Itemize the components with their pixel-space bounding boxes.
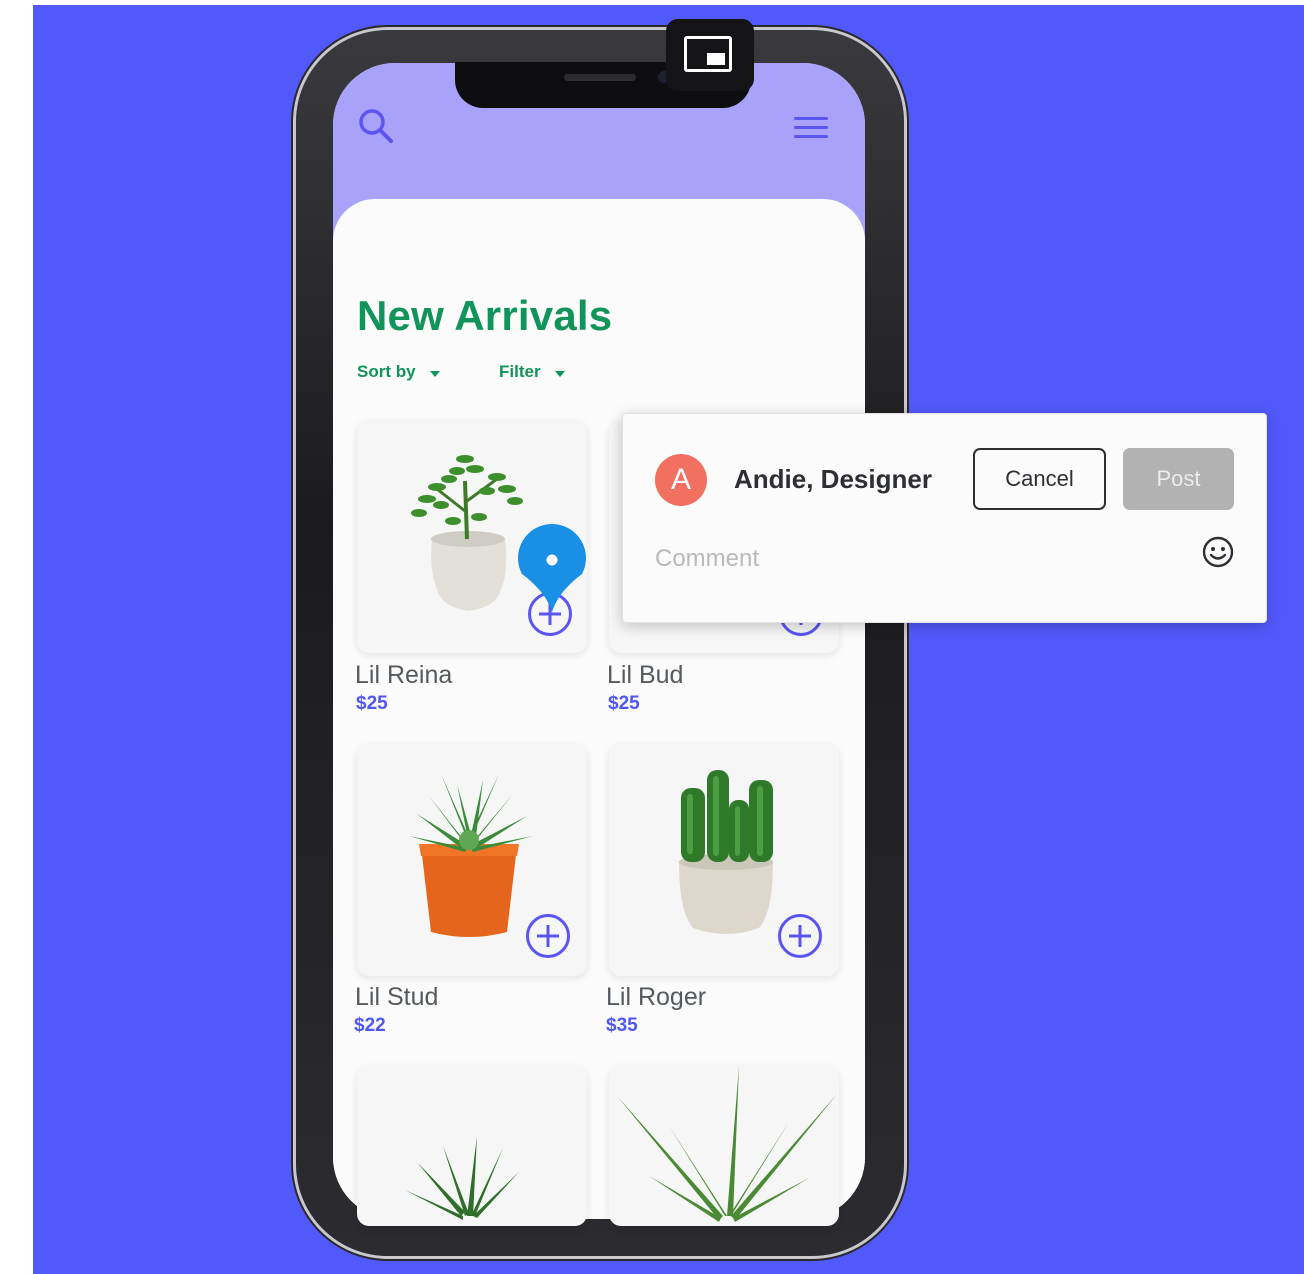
product-price: $25 [608, 693, 640, 714]
cancel-button[interactable]: Cancel [973, 448, 1106, 510]
sort-by-dropdown[interactable]: Sort by [357, 362, 440, 382]
smiley-icon[interactable] [1201, 535, 1235, 569]
product-price: $35 [606, 1015, 638, 1036]
product-card-partial[interactable] [609, 1066, 839, 1226]
filter-label: Filter [499, 362, 541, 381]
product-name: Lil Bud [607, 661, 684, 689]
comment-author: Andie, Designer [734, 464, 932, 494]
plus-circle-icon[interactable] [778, 914, 822, 958]
picture-in-picture-icon [684, 36, 732, 72]
plant-image [617, 1066, 837, 1222]
product-card-lil-roger[interactable] [609, 744, 839, 976]
product-card-partial[interactable] [357, 1066, 587, 1226]
chevron-down-icon [429, 370, 440, 377]
sort-by-label: Sort by [357, 362, 416, 381]
product-name: Lil Stud [355, 983, 439, 1011]
post-button[interactable]: Post [1123, 448, 1234, 510]
product-name: Lil Roger [606, 983, 707, 1011]
plant-image [405, 1136, 519, 1220]
product-name: Lil Reina [355, 661, 453, 689]
filter-dropdown[interactable]: Filter [499, 362, 565, 382]
comment-input[interactable] [653, 538, 1177, 580]
hamburger-menu-icon[interactable] [793, 113, 829, 143]
plus-circle-icon[interactable] [526, 914, 570, 958]
comment-popup: A Andie, Designer Cancel Post [622, 413, 1267, 623]
product-price: $22 [354, 1015, 386, 1036]
picture-in-picture-button[interactable] [666, 19, 754, 91]
product-card-lil-stud[interactable] [357, 744, 587, 976]
chevron-down-icon [554, 370, 565, 377]
product-price: $25 [356, 693, 388, 714]
page-title: New Arrivals [357, 292, 613, 339]
search-icon[interactable] [356, 106, 396, 146]
map-pin-icon[interactable] [512, 522, 592, 614]
phone-speaker [564, 74, 636, 81]
avatar: A [655, 454, 707, 506]
